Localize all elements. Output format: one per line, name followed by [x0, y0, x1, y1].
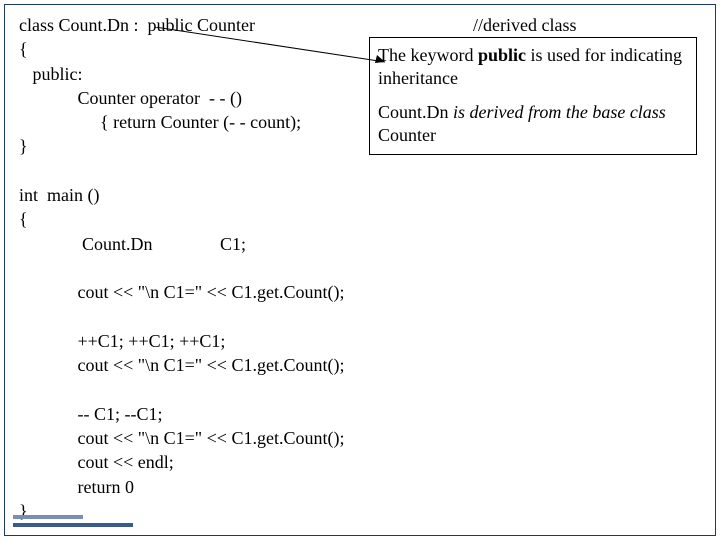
code-line: public: [19, 64, 83, 84]
info-callout: The keyword public is used for indicatin… [369, 37, 697, 155]
code-line: { [19, 209, 28, 229]
code-line: return 0 [19, 477, 134, 497]
code-line: int main () [19, 185, 99, 205]
callout-text: is derived from the base class [453, 102, 666, 122]
code-line: cout << "\n C1=" << C1.get.Count(); [19, 282, 344, 302]
code-line: class Count.Dn : public Counter [19, 15, 255, 35]
callout-keyword: public [478, 45, 526, 65]
code-line: cout << endl; [19, 452, 174, 472]
callout-line-1: The keyword public is used for indicatin… [378, 44, 688, 91]
slide: class Count.Dn : public Counter //derived… [0, 0, 720, 540]
code-line: { [19, 39, 28, 59]
code-comment: //derived class [473, 15, 576, 35]
callout-line-2: Count.Dn is derived from the base class … [378, 101, 688, 148]
code-line: cout << "\n C1=" << C1.get.Count(); [19, 355, 344, 375]
code-line: Counter operator - - () [19, 88, 242, 108]
code-line: cout << "\n C1=" << C1.get.Count(); [19, 428, 344, 448]
code-line: } [19, 136, 28, 156]
slide-border: class Count.Dn : public Counter //derived… [4, 4, 716, 536]
code-line: { return Counter (- - count); [19, 112, 301, 132]
callout-classname: Count.Dn [378, 102, 453, 122]
corner-decoration [13, 501, 153, 529]
callout-text: The keyword [378, 45, 478, 65]
callout-classname: Counter [378, 125, 436, 145]
code-line: Count.Dn C1; [19, 234, 246, 254]
code-line: -- C1; --C1; [19, 404, 163, 424]
code-line: ++C1; ++C1; ++C1; [19, 331, 225, 351]
